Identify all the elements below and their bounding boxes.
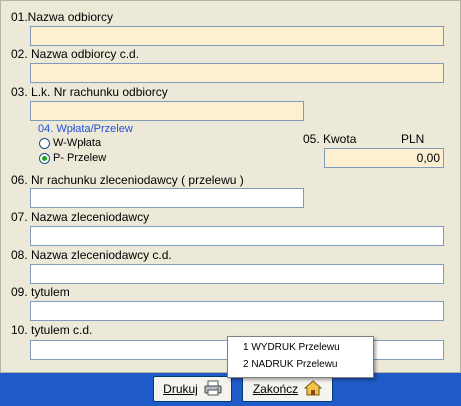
label-nazwa-odbiorcy: 01.Nazwa odbiorcy [11,10,114,24]
input-nazwa-zleceniodawcy-cd[interactable] [30,264,444,284]
input-kwota[interactable] [324,148,444,168]
label-nazwa-zleceniodawcy-cd: 08. Nazwa zleceniodawcy c.d. [11,248,172,262]
print-button-label: Drukuj [163,382,198,396]
close-button-label: Zakończ [252,382,299,396]
radio-wplata[interactable]: W-Wpłata [39,137,101,149]
radio-przelew-indicator [39,152,50,164]
label-nr-rachunku-zleceniodawcy: 06. Nr rachunku zleceniodawcy ( przelewu… [11,173,244,187]
input-nr-rachunku-odbiorcy[interactable] [30,101,304,121]
print-options-menu: 1 WYDRUK Przelewu 2 NADRUK Przelewu [227,336,374,378]
menu-item-wydruk[interactable]: 1 WYDRUK Przelewu [243,342,340,353]
radio-wplata-label: W-Wpłata [53,137,102,149]
currency-label: PLN [401,132,425,146]
input-tytulem[interactable] [30,301,444,321]
form-panel: 01.Nazwa odbiorcy 02. Nazwa odbiorcy c.d… [0,0,461,373]
wplata-przelew-group-label: 04. Wpłata/Przelew [38,123,133,135]
input-nr-rachunku-zleceniodawcy[interactable] [30,188,304,208]
label-kwota: 05. Kwota [303,132,357,146]
label-nr-rachunku-odbiorcy: 03. L.k. Nr rachunku odbiorcy [11,85,168,99]
home-exit-icon [303,379,323,399]
label-tytulem: 09. tytulem [11,285,70,299]
radio-wplata-indicator [39,137,50,149]
radio-przelew[interactable]: P- Przelew [39,152,106,164]
printer-icon [204,380,222,399]
print-button[interactable]: Drukuj [153,376,232,402]
input-nazwa-odbiorcy[interactable] [30,26,444,46]
input-nazwa-zleceniodawcy[interactable] [30,226,444,246]
input-nazwa-odbiorcy-cd[interactable] [30,63,444,83]
label-tytulem-cd: 10. tytulem c.d. [11,323,93,337]
radio-przelew-label: P- Przelew [53,152,107,164]
close-button[interactable]: Zakończ [242,376,333,402]
label-nazwa-zleceniodawcy: 07. Nazwa zleceniodawcy [11,210,150,224]
menu-item-nadruk[interactable]: 2 NADRUK Przelewu [243,359,337,370]
label-nazwa-odbiorcy-cd: 02. Nazwa odbiorcy c.d. [11,47,140,61]
